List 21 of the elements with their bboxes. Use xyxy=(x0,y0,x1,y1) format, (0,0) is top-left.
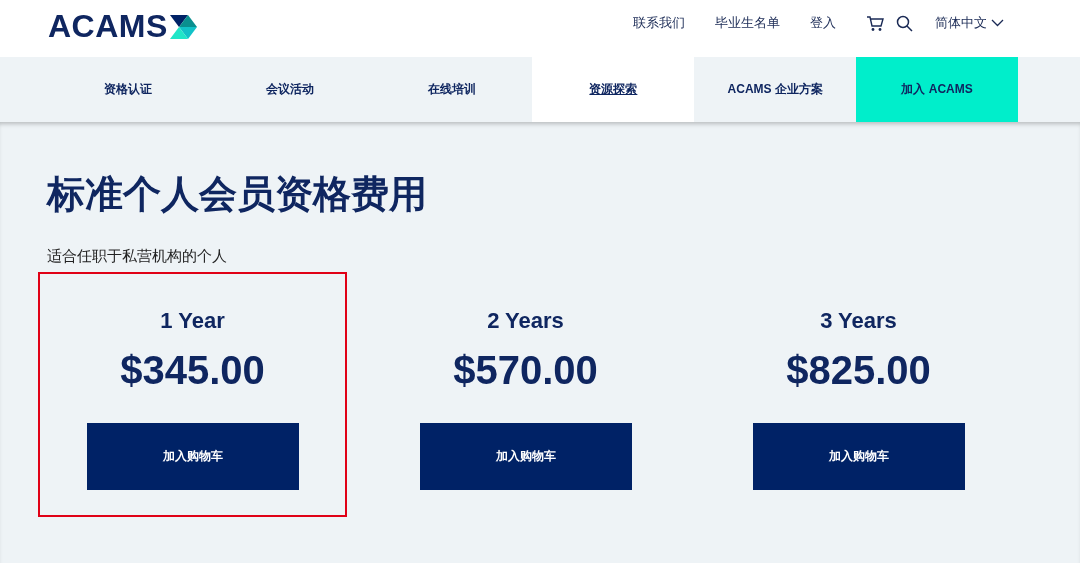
cart-icon[interactable] xyxy=(866,14,884,32)
subtitle: 适合任职于私营机构的个人 xyxy=(47,246,228,266)
language-dropdown[interactable]: 简体中文 xyxy=(935,14,1004,32)
join-button[interactable]: 加入 ACAMS xyxy=(856,57,1018,122)
chevron-down-icon xyxy=(991,19,1004,27)
add-to-cart-button[interactable]: 加入购物车 xyxy=(86,422,299,490)
plan-term: 3 Years xyxy=(820,307,897,334)
nav-tab[interactable]: 资源探索 xyxy=(532,57,695,122)
plan-price: $345.00 xyxy=(120,347,265,393)
header-link[interactable]: 联系我们 xyxy=(633,14,685,32)
plan-term: 1 Year xyxy=(160,307,225,334)
header-link[interactable]: 毕业生名单 xyxy=(715,14,780,32)
acams-logo[interactable]: ACAMS xyxy=(48,8,198,45)
plan-price: $570.00 xyxy=(453,347,598,393)
header-link[interactable]: 登入 xyxy=(810,14,836,32)
plan-price: $825.00 xyxy=(786,347,931,393)
plan-term: 2 Years xyxy=(487,307,564,334)
add-to-cart-button[interactable]: 加入购物车 xyxy=(419,422,632,490)
page-title: 标准个人会员资格费用 xyxy=(47,172,428,217)
search-icon[interactable] xyxy=(896,14,913,32)
add-to-cart-button[interactable]: 加入购物车 xyxy=(752,422,965,490)
